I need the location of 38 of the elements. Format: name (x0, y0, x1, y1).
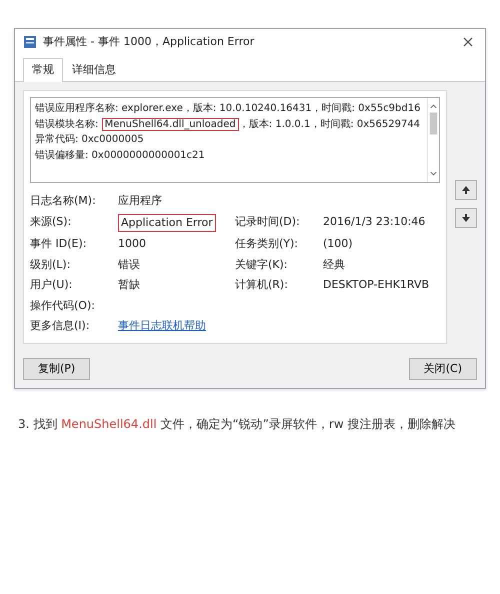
field-value: 1000 (118, 236, 146, 252)
field-label: 级别(L): (30, 256, 72, 272)
field-label: 关键字(K): (235, 256, 289, 272)
field-value: 2016/1/3 23:10:46 (323, 214, 426, 230)
field-value: DESKTOP-EHK1RVB (323, 277, 430, 293)
field-value: 应用程序 (118, 193, 162, 209)
field-value: 错误 (118, 256, 140, 272)
description-line: 错误偏移量: 0x0000000000001c21 (35, 148, 206, 162)
tab[interactable]: 详细信息 (63, 58, 125, 81)
dialog-button[interactable]: 复制(P) (23, 358, 90, 380)
description-line: 异常代码: 0xc0000005 (35, 132, 145, 147)
scrollbar[interactable] (427, 98, 439, 182)
field-label: 记录时间(D): (235, 214, 301, 230)
field-value: Application Error (118, 214, 216, 232)
dialog-button[interactable]: 关闭(C) (408, 358, 477, 380)
window-icon (23, 35, 37, 50)
field-label: 任务类别(Y): (235, 236, 300, 252)
up-arrow-icon (461, 185, 471, 195)
down-arrow-button[interactable] (455, 208, 477, 228)
field-label: 事件 ID(E): (30, 236, 88, 252)
field-label: 更多信息(I): (30, 318, 91, 334)
down-arrow-icon (461, 213, 471, 223)
up-arrow-button[interactable] (455, 180, 477, 200)
description-line: 错误模块名称: MenuShell64.dll_unloaded ，版本: 1.0.0.1，时间戳: 0x56529744 (35, 116, 422, 132)
description-line: 错误应用程序名称: explorer.exe，版本: 10.0.10240.16431，时间戳: 0x55c9bd16 (35, 102, 422, 116)
field-value: 暂缺 (118, 277, 140, 293)
window-title: 事件属性 - 事件 1000，Application Error (43, 34, 254, 50)
field-value: (100) (323, 236, 353, 252)
field-label: 日志名称(M): (30, 193, 97, 209)
field-label: 操作代码(O): (30, 298, 96, 314)
field-value: 经典 (323, 256, 345, 272)
tab[interactable]: 常规 (23, 58, 63, 82)
field-label: 计算机(R): (235, 277, 289, 293)
step-caption: 3. 找到 MenuShell64.dll 文件，确定为“锐动”录屏软件，rw 搜注册表，删除解决 (17, 416, 456, 433)
field-label: 用户(U): (30, 277, 74, 293)
close-icon (463, 37, 473, 48)
help-link[interactable]: 事件日志联机帮助 (118, 318, 206, 334)
field-label: 来源(S): (30, 214, 72, 230)
